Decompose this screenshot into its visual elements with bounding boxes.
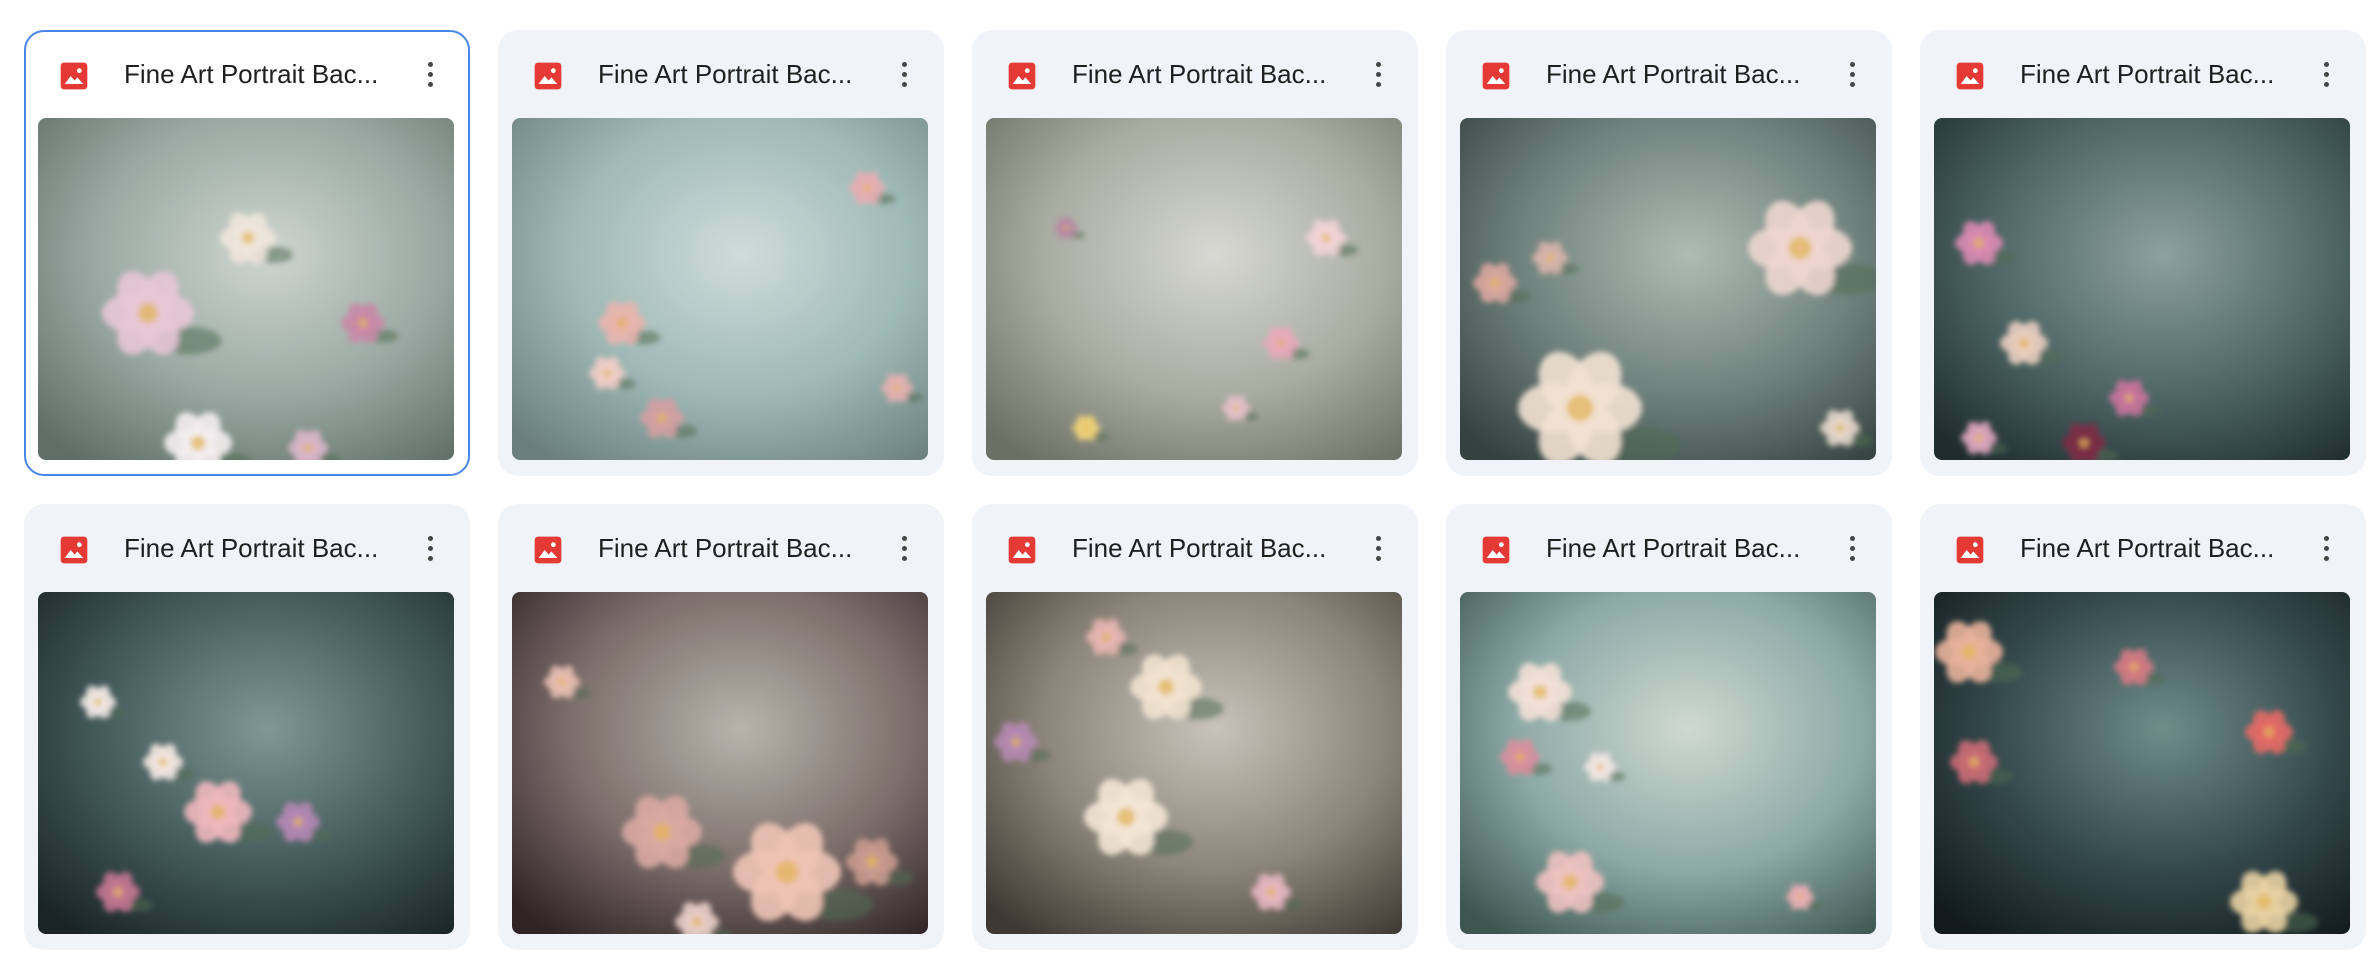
more-vert-icon[interactable]: [884, 54, 924, 94]
file-thumbnail[interactable]: [1460, 118, 1876, 460]
more-dot: [1375, 61, 1381, 67]
file-name: Fine Art Portrait Bac...: [2020, 533, 2275, 563]
file-card[interactable]: Fine Art Portrait Bac...: [24, 504, 470, 950]
more-dot: [427, 71, 433, 77]
more-dot: [1375, 81, 1381, 87]
image-file-icon: [58, 534, 90, 566]
file-name: Fine Art Portrait Bac...: [1546, 59, 1801, 89]
image-file-icon: [58, 60, 90, 92]
more-vert-icon[interactable]: [1358, 528, 1398, 568]
more-dot: [427, 545, 433, 551]
more-dot: [1849, 545, 1855, 551]
file-card[interactable]: Fine Art Portrait Bac...: [1920, 30, 2366, 476]
more-dot: [1375, 71, 1381, 77]
more-dot: [427, 535, 433, 541]
more-dot: [427, 81, 433, 87]
file-card[interactable]: Fine Art Portrait Bac...: [1446, 504, 1892, 950]
more-vert-icon[interactable]: [884, 528, 924, 568]
more-dot: [1849, 61, 1855, 67]
more-vert-icon[interactable]: [410, 54, 450, 94]
more-dot: [427, 555, 433, 561]
more-dot: [1375, 535, 1381, 541]
file-card[interactable]: Fine Art Portrait Bac...: [498, 504, 944, 950]
file-thumbnail[interactable]: [1460, 592, 1876, 934]
more-dot: [2323, 545, 2329, 551]
file-card-header: Fine Art Portrait Bac...: [1446, 30, 1892, 118]
file-name: Fine Art Portrait Bac...: [598, 59, 853, 89]
image-file-icon: [1480, 60, 1512, 92]
file-name: Fine Art Portrait Bac...: [124, 59, 379, 89]
more-dot: [1849, 535, 1855, 541]
file-name: Fine Art Portrait Bac...: [124, 533, 379, 563]
file-card[interactable]: Fine Art Portrait Bac...: [498, 30, 944, 476]
more-dot: [2323, 71, 2329, 77]
more-dot: [2323, 61, 2329, 67]
more-dot: [901, 71, 907, 77]
file-card-header: Fine Art Portrait Bac...: [1920, 30, 2366, 118]
file-card-header: Fine Art Portrait Bac...: [1446, 504, 1892, 592]
image-file-icon: [532, 60, 564, 92]
file-thumbnail[interactable]: [1934, 118, 2350, 460]
file-name: Fine Art Portrait Bac...: [1072, 533, 1327, 563]
more-dot: [901, 81, 907, 87]
file-name: Fine Art Portrait Bac...: [2020, 59, 2275, 89]
more-dot: [1849, 81, 1855, 87]
more-vert-icon[interactable]: [2306, 54, 2346, 94]
more-vert-icon[interactable]: [2306, 528, 2346, 568]
more-dot: [1375, 555, 1381, 561]
more-dot: [901, 61, 907, 67]
file-card-header: Fine Art Portrait Bac...: [972, 30, 1418, 118]
more-dot: [1849, 71, 1855, 77]
image-file-icon: [532, 534, 564, 566]
file-card-header: Fine Art Portrait Bac...: [498, 504, 944, 592]
image-file-icon: [1954, 534, 1986, 566]
file-thumbnail[interactable]: [512, 118, 928, 460]
file-card[interactable]: Fine Art Portrait Bac...: [972, 504, 1418, 950]
file-name: Fine Art Portrait Bac...: [598, 533, 853, 563]
file-thumbnail[interactable]: [38, 592, 454, 934]
file-card[interactable]: Fine Art Portrait Bac...: [972, 30, 1418, 476]
image-file-icon: [1006, 60, 1038, 92]
more-dot: [427, 61, 433, 67]
file-name: Fine Art Portrait Bac...: [1546, 533, 1801, 563]
more-vert-icon[interactable]: [1358, 54, 1398, 94]
file-thumbnail[interactable]: [986, 592, 1402, 934]
file-card-header: Fine Art Portrait Bac...: [26, 32, 468, 120]
file-thumbnail[interactable]: [986, 118, 1402, 460]
more-vert-icon[interactable]: [1832, 528, 1872, 568]
more-dot: [1375, 545, 1381, 551]
file-card-header: Fine Art Portrait Bac...: [1920, 504, 2366, 592]
file-card[interactable]: Fine Art Portrait Bac...: [1920, 504, 2366, 950]
more-dot: [901, 535, 907, 541]
image-file-icon: [1954, 60, 1986, 92]
image-file-icon: [1480, 534, 1512, 566]
more-dot: [901, 545, 907, 551]
file-card-header: Fine Art Portrait Bac...: [972, 504, 1418, 592]
file-thumbnail[interactable]: [38, 118, 454, 460]
more-dot: [1849, 555, 1855, 561]
more-dot: [2323, 535, 2329, 541]
file-card-header: Fine Art Portrait Bac...: [24, 504, 470, 592]
image-file-icon: [1006, 534, 1038, 566]
file-thumbnail[interactable]: [1934, 592, 2350, 934]
file-card[interactable]: Fine Art Portrait Bac...: [1446, 30, 1892, 476]
file-card[interactable]: Fine Art Portrait Bac...: [24, 30, 470, 476]
more-dot: [2323, 555, 2329, 561]
more-vert-icon[interactable]: [1832, 54, 1872, 94]
file-card-header: Fine Art Portrait Bac...: [498, 30, 944, 118]
file-thumbnail[interactable]: [512, 592, 928, 934]
file-name: Fine Art Portrait Bac...: [1072, 59, 1327, 89]
file-grid: Fine Art Portrait Bac... Fine Art Portrai…: [24, 30, 2366, 950]
more-vert-icon[interactable]: [410, 528, 450, 568]
more-dot: [901, 555, 907, 561]
more-dot: [2323, 81, 2329, 87]
